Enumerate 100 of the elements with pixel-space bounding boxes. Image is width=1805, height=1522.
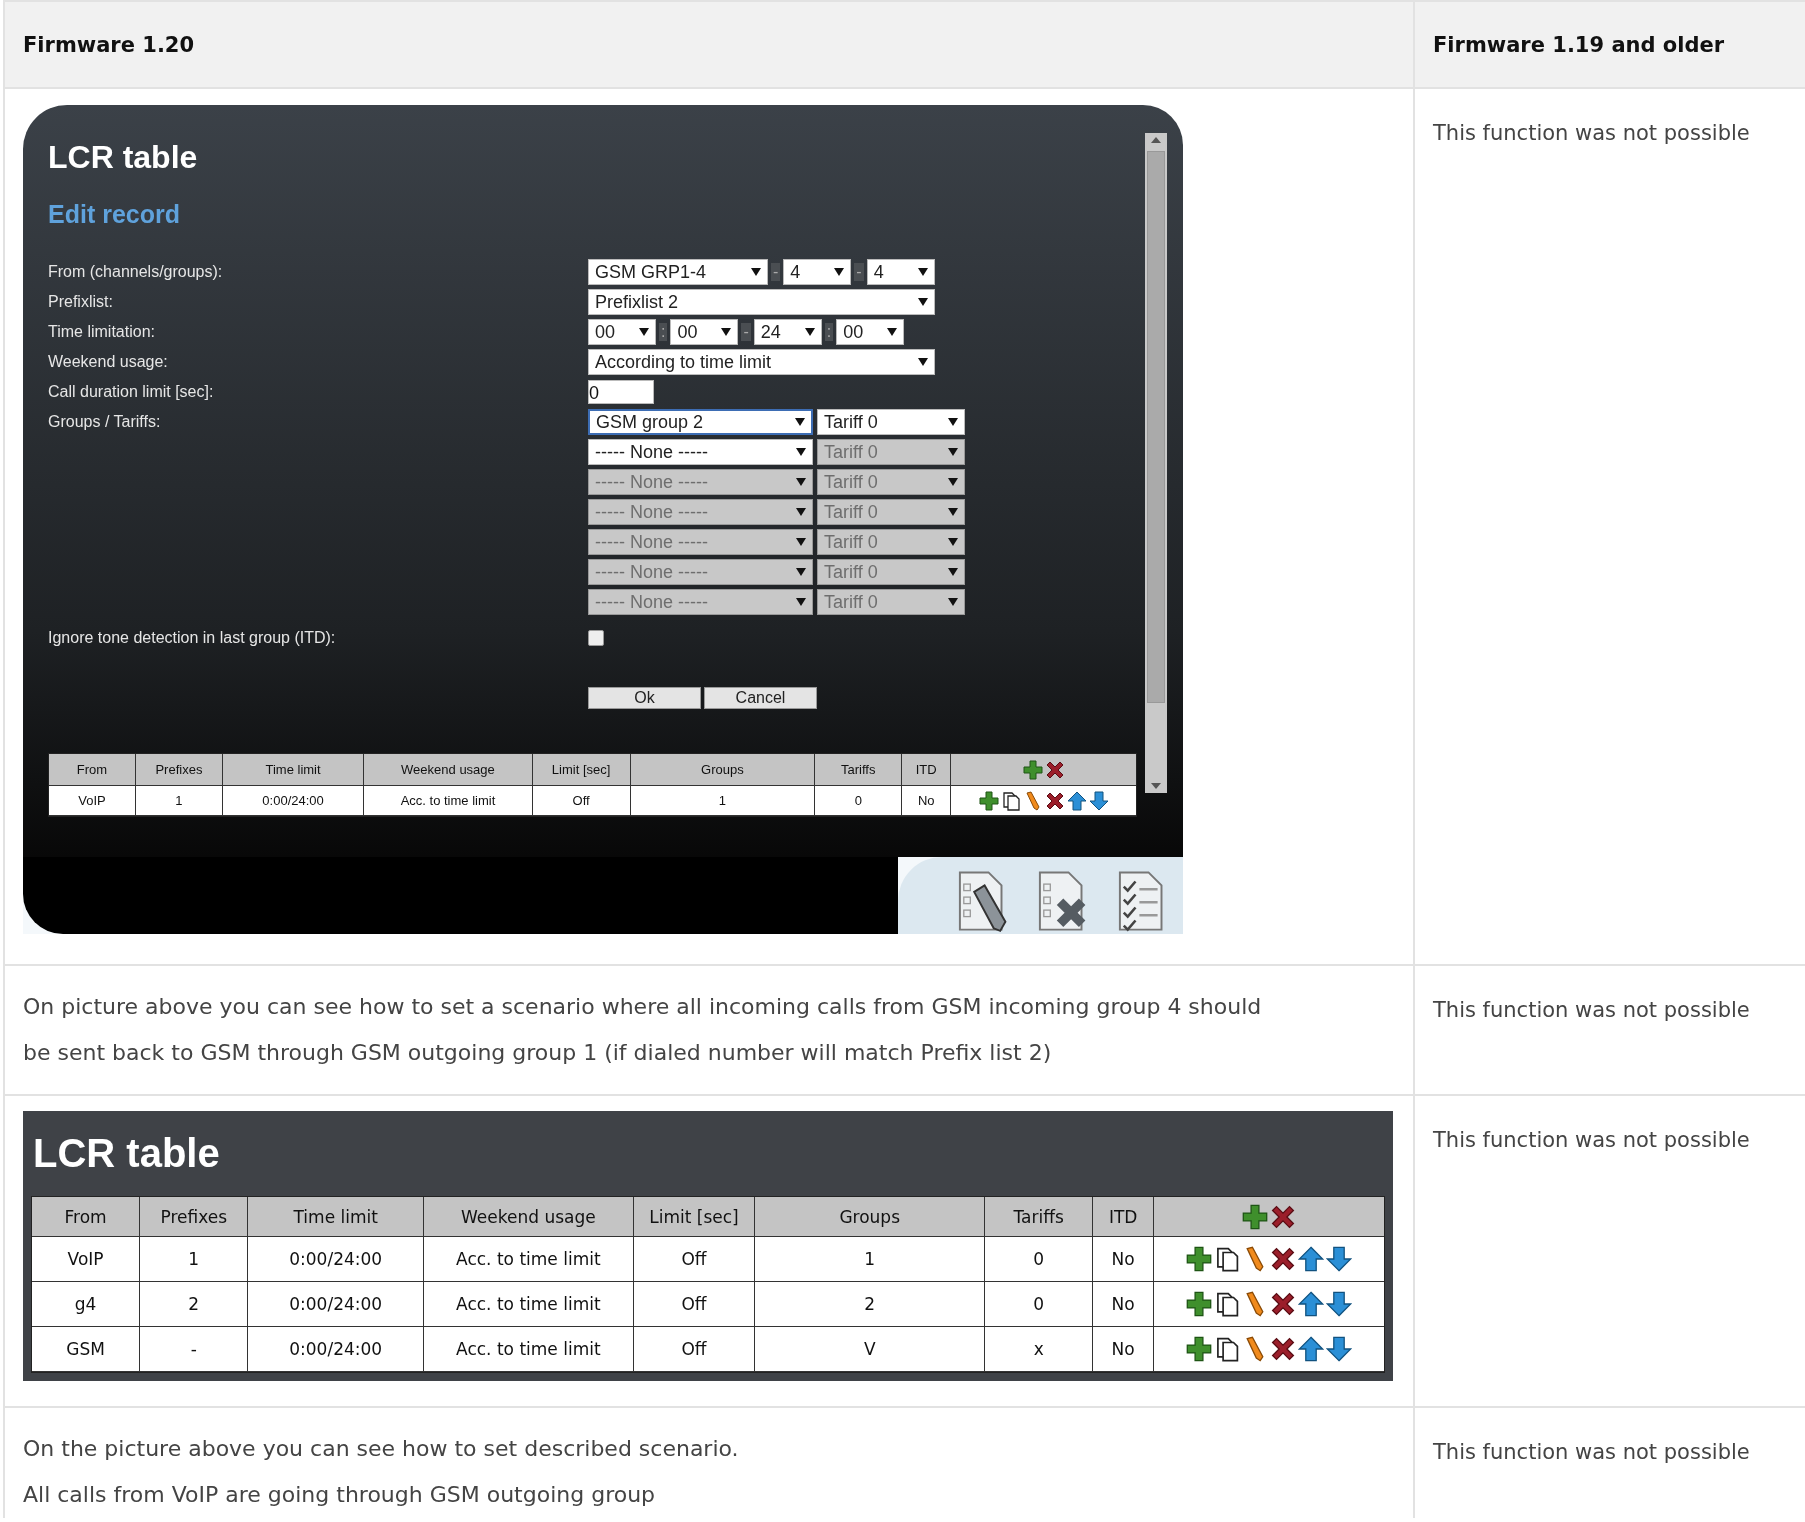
column-header: Groups bbox=[755, 1197, 986, 1237]
dropdown-arrow-icon bbox=[918, 358, 928, 366]
copy-icon[interactable] bbox=[1214, 1336, 1240, 1362]
dropdown-arrow-icon bbox=[948, 508, 958, 516]
dropdown[interactable]: 4 bbox=[783, 259, 852, 285]
table-cell: GSM bbox=[32, 1327, 141, 1372]
dropdown[interactable]: ----- None ----- bbox=[588, 439, 813, 465]
arrow-up-icon[interactable] bbox=[1066, 790, 1087, 811]
delete-icon[interactable] bbox=[1044, 790, 1065, 811]
delete-icon[interactable] bbox=[1270, 1336, 1296, 1362]
table-cell: V bbox=[755, 1327, 986, 1372]
arrow-up-icon[interactable] bbox=[1298, 1246, 1324, 1272]
dropdown-arrow-icon bbox=[796, 478, 806, 486]
column-header: Tariffs bbox=[985, 1197, 1094, 1237]
dropdown-arrow-icon bbox=[795, 418, 805, 426]
delete-icon[interactable] bbox=[1270, 1246, 1296, 1272]
arrow-down-icon[interactable] bbox=[1088, 790, 1109, 811]
dropdown[interactable]: 00 bbox=[836, 319, 905, 345]
plus-icon[interactable] bbox=[1186, 1246, 1212, 1272]
paragraph: This function was not possible bbox=[1433, 120, 1751, 147]
table-cell: 1 bbox=[135, 786, 223, 816]
table-title: LCR table bbox=[32, 1130, 221, 1177]
table-cell: 0:00/24:00 bbox=[222, 786, 365, 816]
dialog-button[interactable]: Cancel bbox=[704, 687, 817, 709]
dropdown-arrow-icon bbox=[948, 418, 958, 426]
table-cell: 0 bbox=[815, 786, 903, 816]
dropdown[interactable]: GSM group 2 bbox=[588, 409, 813, 435]
dropdown[interactable]: 4 bbox=[866, 259, 935, 285]
table-cell: No bbox=[1093, 1282, 1155, 1327]
document-x-icon[interactable] bbox=[1036, 868, 1088, 934]
table-cell: Acc. to time limit bbox=[364, 786, 533, 816]
column-header: ITD bbox=[902, 754, 952, 786]
table-cell: 0 bbox=[985, 1237, 1094, 1282]
column-header: Time limit bbox=[222, 754, 365, 786]
dropdown-arrow-icon bbox=[751, 268, 761, 276]
dropdown[interactable]: 24 bbox=[753, 319, 822, 345]
separator: - bbox=[771, 263, 781, 281]
field-label: From (channels/groups): bbox=[48, 263, 224, 281]
arrow-down-icon[interactable] bbox=[1326, 1291, 1352, 1317]
dropdown[interactable]: Prefixlist 2 bbox=[588, 289, 935, 315]
dropdown-arrow-icon bbox=[917, 268, 928, 276]
table-cell: Acc. to time limit bbox=[424, 1327, 634, 1372]
table-cell: Off bbox=[633, 1282, 756, 1327]
paragraph: This function was not possible bbox=[1433, 1127, 1751, 1154]
plus-icon[interactable] bbox=[978, 790, 999, 811]
separator: : bbox=[824, 323, 834, 341]
separator: - bbox=[854, 263, 864, 281]
dropdown-arrow-icon bbox=[796, 508, 806, 516]
table-cell: 2 bbox=[755, 1282, 986, 1327]
paragraph: On picture above you can see how to set a scenario where all incoming calls from GSM incoming group 4 should be sent back to GSM through GSM outgoing group 1 (if dialed number will match Prefix list 2) bbox=[23, 993, 1263, 1067]
table-cell: No bbox=[1093, 1327, 1155, 1372]
delete-icon[interactable] bbox=[1270, 1291, 1296, 1317]
field-label: Ignore tone detection in last group (ITD): bbox=[48, 629, 337, 647]
delete-icon[interactable] bbox=[1270, 1203, 1296, 1230]
field-label: Prefixlist: bbox=[48, 293, 114, 311]
dropdown[interactable]: GSM GRP1-4 bbox=[588, 259, 768, 285]
dropdown[interactable]: Tariff 0 bbox=[817, 409, 965, 435]
table-cell: - bbox=[140, 1327, 249, 1372]
field-label: Call duration limit [sec]: bbox=[48, 383, 215, 401]
field-label: Groups / Tariffs: bbox=[48, 413, 162, 431]
dropdown[interactable]: 00 bbox=[670, 319, 739, 345]
paragraph: All calls from VoIP are going through GSM outgoing group bbox=[23, 1481, 657, 1509]
dropdown-arrow-icon bbox=[639, 328, 649, 336]
paragraph: On the picture above you can see how to set described scenario. bbox=[23, 1435, 740, 1463]
table-cell: 2 bbox=[140, 1282, 249, 1327]
arrow-up-icon[interactable] bbox=[1298, 1291, 1324, 1317]
plus-icon[interactable] bbox=[1186, 1291, 1212, 1317]
column-header: Weekend usage bbox=[424, 1197, 634, 1237]
column-header: Firmware 1.19 and older bbox=[1413, 2, 1805, 89]
arrow-down-icon[interactable] bbox=[1326, 1336, 1352, 1362]
delete-icon[interactable] bbox=[1044, 759, 1065, 780]
dialog-button[interactable]: Ok bbox=[588, 687, 701, 709]
plus-icon[interactable] bbox=[1242, 1203, 1268, 1230]
checkbox[interactable] bbox=[588, 630, 604, 646]
table-cell: Off bbox=[532, 786, 631, 816]
table-cell: 1 bbox=[140, 1237, 249, 1282]
arrow-down-icon[interactable] bbox=[1326, 1246, 1352, 1272]
copy-icon[interactable] bbox=[1214, 1246, 1240, 1272]
column-header: Time limit bbox=[248, 1197, 425, 1237]
dropdown-arrow-icon bbox=[796, 568, 806, 576]
field-label: Time limitation: bbox=[48, 323, 156, 341]
table-cell: VoIP bbox=[49, 786, 136, 816]
table-cell: Acc. to time limit bbox=[424, 1282, 634, 1327]
table-cell: 0:00/24:00 bbox=[248, 1237, 425, 1282]
dropdown[interactable]: According to time limit bbox=[588, 349, 935, 375]
input-field[interactable]: 0 bbox=[588, 380, 654, 404]
dropdown-arrow-icon bbox=[887, 328, 898, 336]
table-cell: x bbox=[985, 1327, 1094, 1372]
dropdown[interactable]: 00 bbox=[588, 319, 656, 345]
arrow-up-icon[interactable] bbox=[1298, 1336, 1324, 1362]
copy-icon[interactable] bbox=[1214, 1291, 1240, 1317]
column-header: Weekend usage bbox=[364, 754, 533, 786]
document-pencil-icon[interactable] bbox=[956, 868, 1008, 934]
table-cell: g4 bbox=[32, 1282, 141, 1327]
column-header: Tariffs bbox=[815, 754, 903, 786]
column-header: Limit [sec] bbox=[532, 754, 631, 786]
column-header: From bbox=[32, 1197, 141, 1237]
scrollbar[interactable] bbox=[1145, 133, 1167, 793]
copy-icon[interactable] bbox=[1000, 790, 1021, 811]
plus-icon[interactable] bbox=[1186, 1336, 1212, 1362]
